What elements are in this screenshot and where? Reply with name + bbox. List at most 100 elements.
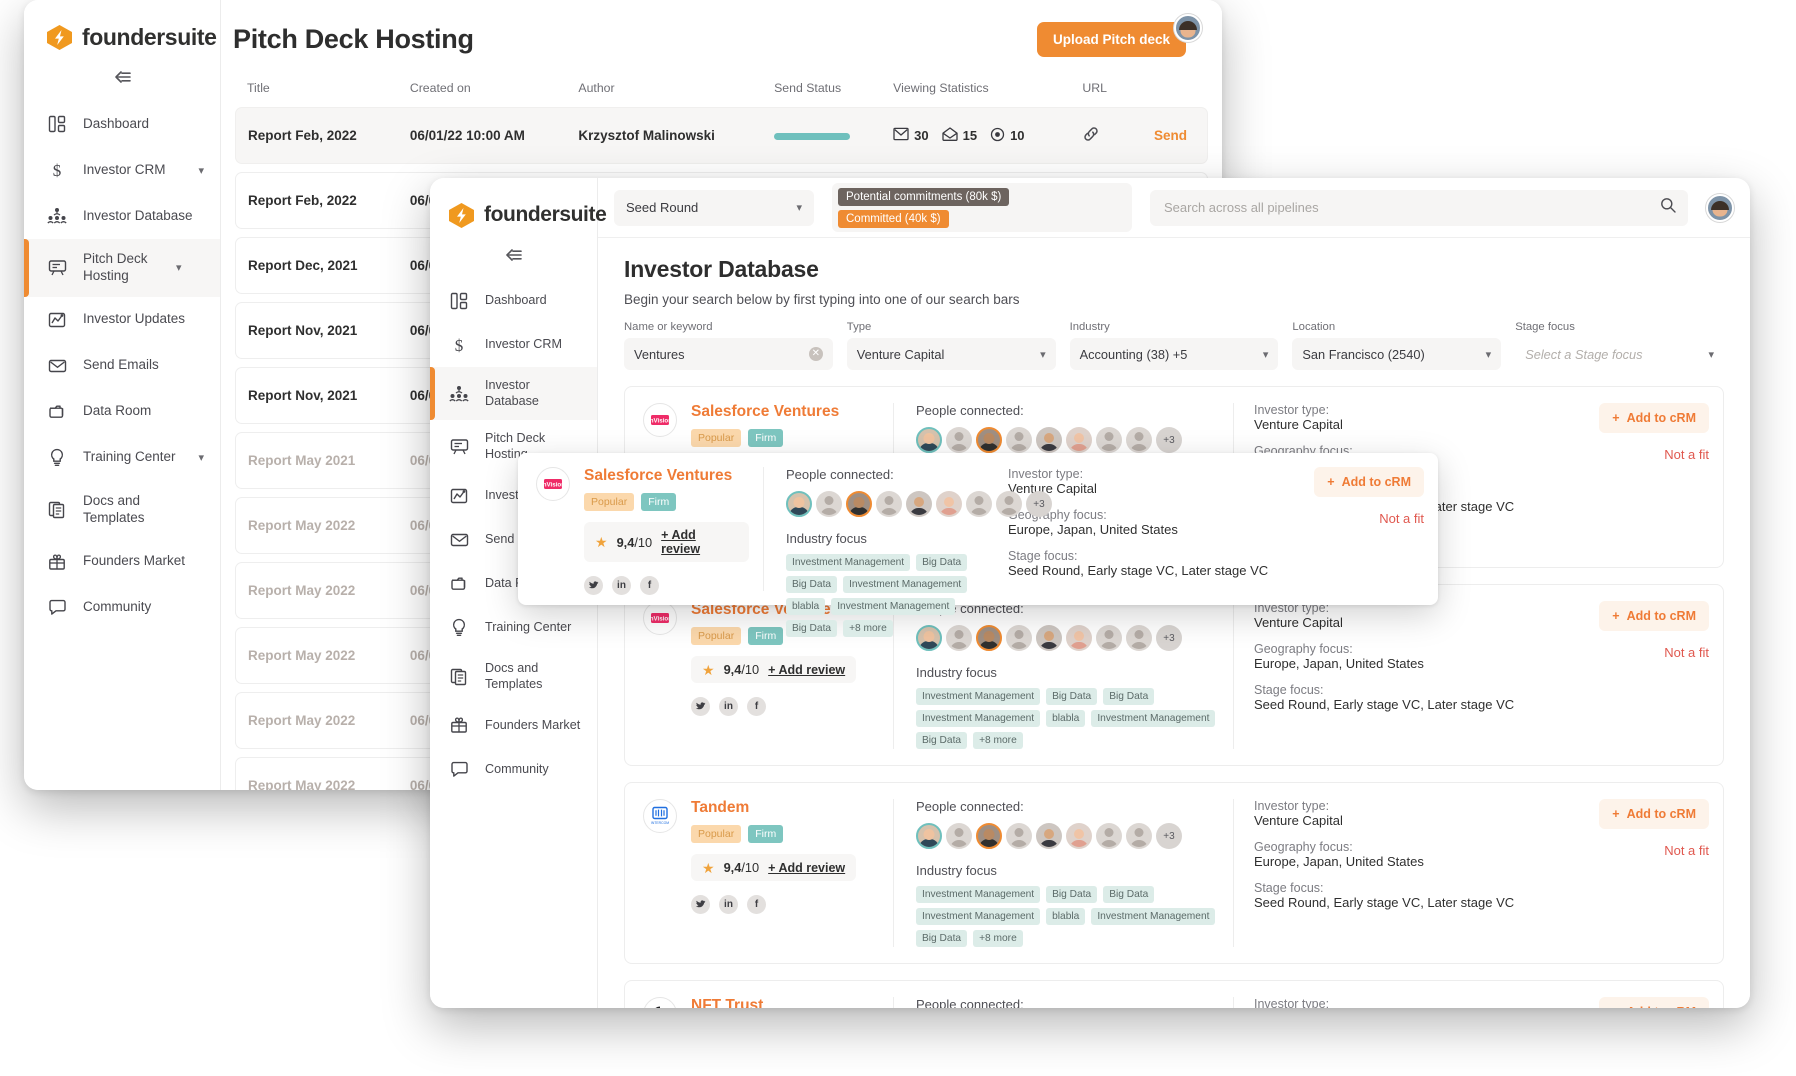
add-to-crm-button[interactable]: + Add to cRM [1599,601,1709,631]
add-to-crm-button[interactable]: + Add to cRM [1599,997,1709,1008]
sidebar-item-community[interactable]: Community [430,747,597,791]
avatar[interactable] [976,625,1002,651]
avatar[interactable] [976,823,1002,849]
search-input[interactable] [1162,199,1652,216]
search-icon[interactable] [1660,197,1676,218]
sidebar-item-founders-market[interactable]: Founders Market [430,703,597,747]
industry-chip[interactable]: Big Data [916,732,968,749]
industry-chip[interactable]: Big Data [1046,688,1098,705]
investor-card[interactable]: NFT TrustPopularFirm★9,4/10+ Add reviewi… [624,980,1724,1008]
add-to-crm-button[interactable]: + Add to cRM [1314,467,1424,497]
pipeline-select[interactable]: Seed Round ▾ [614,189,814,226]
industry-chip[interactable]: +8 more [843,620,893,637]
avatar[interactable] [1036,823,1062,849]
sidebar-item-investor-database[interactable]: Investor Database [430,367,597,421]
avatar[interactable] [1126,823,1152,849]
twitter-icon[interactable] [691,895,710,914]
industry-chip[interactable]: +8 more [973,930,1023,947]
industry-chip[interactable]: Big Data [1103,886,1155,903]
not-a-fit-button[interactable]: Not a fit [1563,843,1709,858]
investor-name[interactable]: NFT Trust [691,997,856,1008]
avatar[interactable] [1066,625,1092,651]
not-a-fit-button[interactable]: Not a fit [1563,645,1709,660]
industry-chip[interactable]: Big Data [916,930,968,947]
facebook-icon[interactable]: f [747,895,766,914]
avatar[interactable] [1006,427,1032,453]
avatar[interactable] [916,427,942,453]
link-icon[interactable] [1082,127,1100,146]
facebook-icon[interactable]: f [747,697,766,716]
not-a-fit-button[interactable]: Not a fit [1563,447,1709,462]
industry-chip[interactable]: Investment Management [831,598,956,615]
chevron-down-icon[interactable]: ▾ [198,451,204,464]
avatar[interactable] [1006,823,1032,849]
industry-chip[interactable]: Investment Management [916,886,1041,903]
avatar[interactable] [1096,427,1122,453]
avatar[interactable] [916,823,942,849]
sidebar-item-founders-market[interactable]: Founders Market [24,539,220,585]
sidebar-item-investor-crm[interactable]: $ Investor CRM [430,323,597,367]
avatar[interactable] [996,491,1022,517]
avatar[interactable] [876,491,902,517]
avatar[interactable] [1066,823,1092,849]
user-avatar[interactable] [1706,193,1734,222]
collapse-sidebar-icon[interactable] [504,248,523,265]
sidebar-item-docs-and-templates[interactable]: Docs and Templates [430,650,597,703]
industry-chip[interactable]: Big Data [1046,886,1098,903]
industry-chip[interactable]: Investment Management [843,576,968,593]
industry-chip[interactable]: Big Data [786,576,838,593]
twitter-icon[interactable] [691,697,710,716]
investor-name[interactable]: Salesforce Ventures [584,467,749,485]
sidebar-item-docs-and-templates[interactable]: Docs and Templates [24,481,220,539]
avatar[interactable] [1036,427,1062,453]
linkedin-icon[interactable]: in [719,697,738,716]
table-row[interactable]: Report Feb, 202206/01/22 10:00 AMKrzyszt… [235,107,1208,164]
add-to-crm-button[interactable]: + Add to cRM [1599,403,1709,433]
avatar[interactable] [846,491,872,517]
filter-select[interactable]: Accounting (38) +5 ▾ [1069,338,1279,370]
facebook-icon[interactable]: f [640,576,659,595]
avatar[interactable] [786,491,812,517]
avatar[interactable] [946,427,972,453]
avatar-more-count[interactable]: +3 [1026,491,1052,517]
filter-select[interactable]: San Francisco (2540) ▾ [1292,338,1502,370]
industry-chip[interactable]: Investment Management [786,554,911,571]
app-logo[interactable]: foundersuite [24,0,220,56]
sidebar-item-pitch-deck-hosting[interactable]: Pitch Deck Hosting ▾ [24,239,220,297]
front-app-logo[interactable]: foundersuite [430,178,607,234]
sidebar-item-training-center[interactable]: Training Center [430,606,597,650]
industry-chip[interactable]: blabla [1046,710,1086,727]
add-review-link[interactable]: + Add review [768,861,845,875]
sidebar-item-community[interactable]: Community [24,585,220,631]
sidebar-item-investor-crm[interactable]: $ Investor CRM ▾ [24,147,220,193]
sidebar-item-training-center[interactable]: Training Center ▾ [24,435,220,481]
industry-chip[interactable]: Big Data [1103,688,1155,705]
sidebar-item-investor-database[interactable]: Investor Database [24,193,220,239]
avatar[interactable] [1036,625,1062,651]
industry-chip[interactable]: Investment Management [916,908,1041,925]
investor-detail-popup[interactable]: InVision Salesforce Ventures Popular Firm ★ 9… [518,453,1438,637]
add-to-crm-button[interactable]: + Add to cRM [1599,799,1709,829]
send-button[interactable]: Send [1154,128,1187,143]
linkedin-icon[interactable]: in [719,895,738,914]
industry-chip[interactable]: Investment Management [916,688,1041,705]
industry-chip[interactable]: Big Data [786,620,838,637]
industry-chip[interactable]: +8 more [973,732,1023,749]
avatar[interactable] [1096,625,1122,651]
avatar[interactable] [1126,625,1152,651]
industry-chip[interactable]: Investment Management [1091,710,1216,727]
investor-name[interactable]: Salesforce Ventures [691,403,856,421]
avatar-more-count[interactable]: +3 [1156,427,1182,453]
avatar[interactable] [976,427,1002,453]
avatar[interactable] [946,823,972,849]
add-review-link[interactable]: + Add review [768,663,845,677]
industry-chip[interactable]: Investment Management [1091,908,1216,925]
chevron-down-icon[interactable]: ▾ [176,261,182,274]
investor-name[interactable]: Tandem [691,799,856,817]
filter-select[interactable]: Select a Stage focus ▾ [1515,338,1724,370]
global-search[interactable] [1150,189,1688,226]
add-review-link[interactable]: + Add review [661,528,738,556]
chevron-down-icon[interactable]: ▾ [198,164,204,177]
sidebar-item-dashboard[interactable]: Dashboard [430,279,597,323]
upload-pitch-deck-button[interactable]: Upload Pitch deck [1036,22,1186,57]
